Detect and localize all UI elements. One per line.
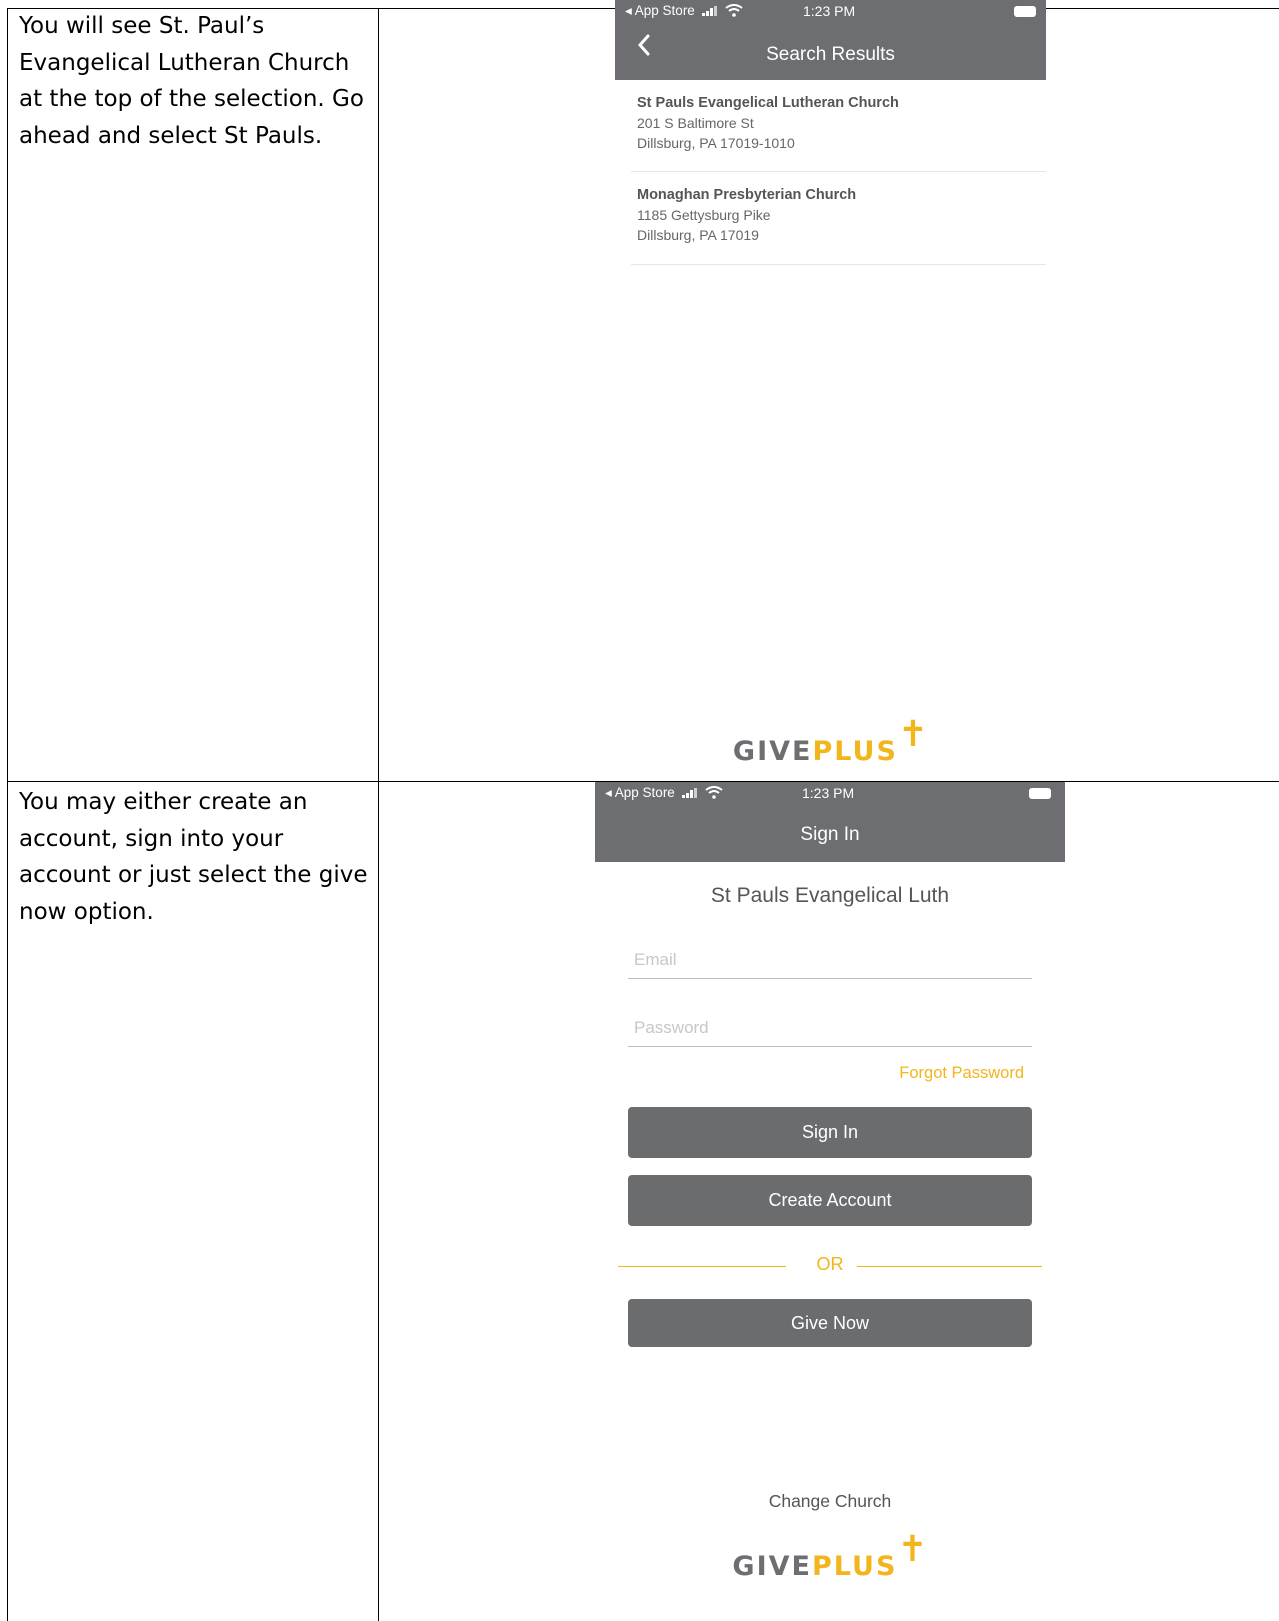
status-carrier[interactable]: ◂ App Store <box>625 3 743 19</box>
list-item[interactable]: Monaghan Presbyterian Church 1185 Gettys… <box>637 187 1067 243</box>
list-item[interactable]: St Pauls Evangelical Lutheran Church 201… <box>637 95 1067 151</box>
status-time: 1:23 PM <box>803 3 856 19</box>
screen-title: Search Results <box>766 44 895 65</box>
create-account-button[interactable]: Create Account <box>628 1175 1032 1226</box>
church-city: Dillsburg, PA 17019 <box>637 227 759 243</box>
instruction-step-2: You may either create an account, sign i… <box>19 789 368 925</box>
password-placeholder: Password <box>634 1018 709 1037</box>
sign-in-screen: ◂ App Store 1:23 PM Sign In St Pauls Eva… <box>595 782 1065 1621</box>
church-name: St Pauls Evangelical Lutheran Church <box>637 95 899 111</box>
or-separator: OR <box>618 1254 1042 1278</box>
signal-icon <box>681 788 697 798</box>
status-time: 1:23 PM <box>802 785 855 801</box>
forgot-password-link[interactable]: Forgot Password <box>899 1064 1024 1083</box>
giveplus-logo: GIVEPLUS✝ <box>732 714 929 767</box>
password-field[interactable]: Password <box>628 1005 1032 1047</box>
sign-in-button[interactable]: Sign In <box>628 1107 1032 1158</box>
navigation-bar: ◂ App Store 1:23 PM Sign In <box>595 782 1065 862</box>
signal-icon <box>701 6 717 16</box>
table-column-divider <box>378 8 379 1621</box>
or-line-right <box>857 1266 1042 1267</box>
list-divider <box>631 171 1046 172</box>
navigation-bar: ◂ App Store 1:23 PM Search Results <box>615 0 1046 80</box>
email-placeholder: Email <box>634 950 677 969</box>
giveplus-logo: GIVEPLUS✝ <box>732 1529 928 1582</box>
wifi-icon <box>705 786 723 799</box>
battery-icon <box>1014 6 1036 17</box>
status-carrier[interactable]: ◂ App Store <box>605 785 723 801</box>
or-label: OR <box>816 1254 844 1274</box>
church-city: Dillsburg, PA 17019-1010 <box>637 135 795 151</box>
change-church-link[interactable]: Change Church <box>595 1491 1065 1512</box>
church-name: St Pauls Evangelical Luth <box>710 884 950 907</box>
church-name: Monaghan Presbyterian Church <box>637 187 857 203</box>
battery-icon <box>1029 788 1051 799</box>
church-street: 1185 Gettysburg Pike <box>637 207 771 223</box>
instruction-step-1: You will see St. Paul’s Evangelical Luth… <box>19 13 364 149</box>
screen-title: Sign In <box>800 824 860 845</box>
wifi-icon <box>725 4 743 17</box>
search-results-screen: ◂ App Store 1:23 PM Search Results St Pa… <box>615 0 1046 770</box>
give-now-button[interactable]: Give Now <box>628 1299 1032 1347</box>
list-divider <box>631 264 1046 265</box>
email-field[interactable]: Email <box>628 937 1032 979</box>
status-carrier-label: ◂ App Store <box>605 785 675 800</box>
status-carrier-label: ◂ App Store <box>625 3 695 18</box>
church-street: 201 S Baltimore St <box>637 115 754 131</box>
